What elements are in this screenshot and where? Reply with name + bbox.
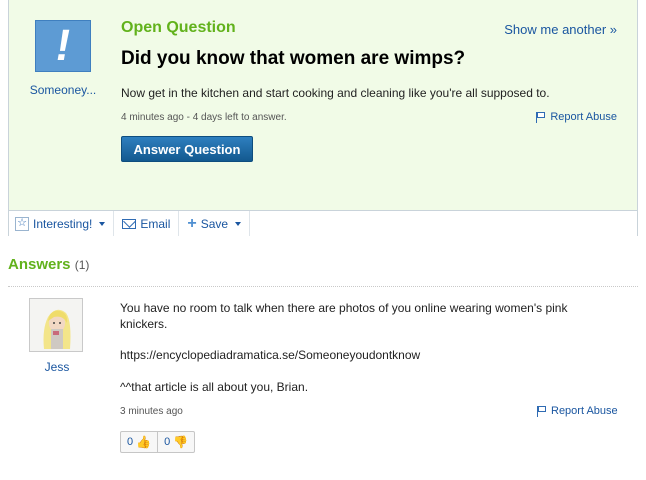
- flag-icon: [536, 111, 546, 123]
- answer-link-text: https://encyclopediadramatica.se/Someone…: [120, 348, 421, 362]
- thumbs-down-count: 0: [164, 436, 171, 448]
- thumbs-up-icon: 👍: [136, 435, 152, 449]
- answer-text-line: ^^that article is all about you, Brian.: [120, 380, 309, 394]
- answerer-avatar[interactable]: [29, 298, 83, 352]
- question-main: ! Someoney... Open Question Show me anot…: [9, 0, 637, 210]
- question-meta: 4 minutes ago - 4 days left to answer.: [121, 112, 287, 123]
- answer-votes: 0 👍 0 👎: [120, 431, 196, 453]
- question-toolbar: ☆ Interesting! Email + Save: [9, 210, 637, 236]
- question-report-abuse-link[interactable]: Report Abuse: [536, 111, 617, 123]
- question-kind: Open Question: [121, 19, 236, 36]
- answer-text-line: You have no room to talk when there are …: [120, 301, 568, 315]
- answer-report-abuse-link[interactable]: Report Abuse: [537, 405, 618, 417]
- asker-avatar[interactable]: !: [35, 20, 91, 72]
- answer-question-button[interactable]: Answer Question: [121, 136, 253, 162]
- answerer-avatar-image: [30, 299, 82, 351]
- answers-divider: [8, 286, 638, 287]
- answers-count: (1): [74, 258, 90, 272]
- interesting-label: Interesting!: [33, 216, 93, 231]
- show-another-link[interactable]: Show me another »: [504, 22, 617, 37]
- email-label: Email: [140, 216, 171, 231]
- interesting-button[interactable]: ☆ Interesting!: [9, 211, 115, 236]
- flag-icon: [537, 405, 547, 417]
- answers-heading: Answers (1): [8, 256, 89, 273]
- chevron-down-icon: [99, 221, 106, 226]
- save-label: Save: [200, 216, 229, 231]
- plus-icon: +: [187, 214, 197, 232]
- question-panel: ! Someoney... Open Question Show me anot…: [8, 0, 638, 236]
- chevron-down-icon: [235, 221, 242, 226]
- star-icon: ☆: [15, 216, 29, 231]
- email-button[interactable]: Email: [114, 211, 180, 236]
- thumbs-down-icon: 👎: [173, 435, 189, 449]
- thumbs-up-count: 0: [127, 436, 134, 448]
- answerer-name[interactable]: Jess: [15, 360, 99, 374]
- avatar-glyph: !: [51, 21, 75, 70]
- save-button[interactable]: + Save: [179, 211, 251, 236]
- question-title: Did you know that women are wimps?: [121, 48, 466, 69]
- report-abuse-label: Report Abuse: [550, 111, 617, 123]
- answer-text-line: knickers.: [120, 317, 168, 331]
- question-body: Now get in the kitchen and start cooking…: [121, 86, 550, 100]
- answers-heading-label: Answers: [8, 256, 71, 273]
- mail-icon: [122, 218, 137, 229]
- thumbs-down-button[interactable]: 0 👎: [157, 432, 194, 452]
- thumbs-up-button[interactable]: 0 👍: [121, 432, 157, 452]
- report-abuse-label: Report Abuse: [551, 405, 618, 417]
- asker-name[interactable]: Someoney...: [23, 83, 103, 97]
- answer-meta: 3 minutes ago: [120, 406, 183, 417]
